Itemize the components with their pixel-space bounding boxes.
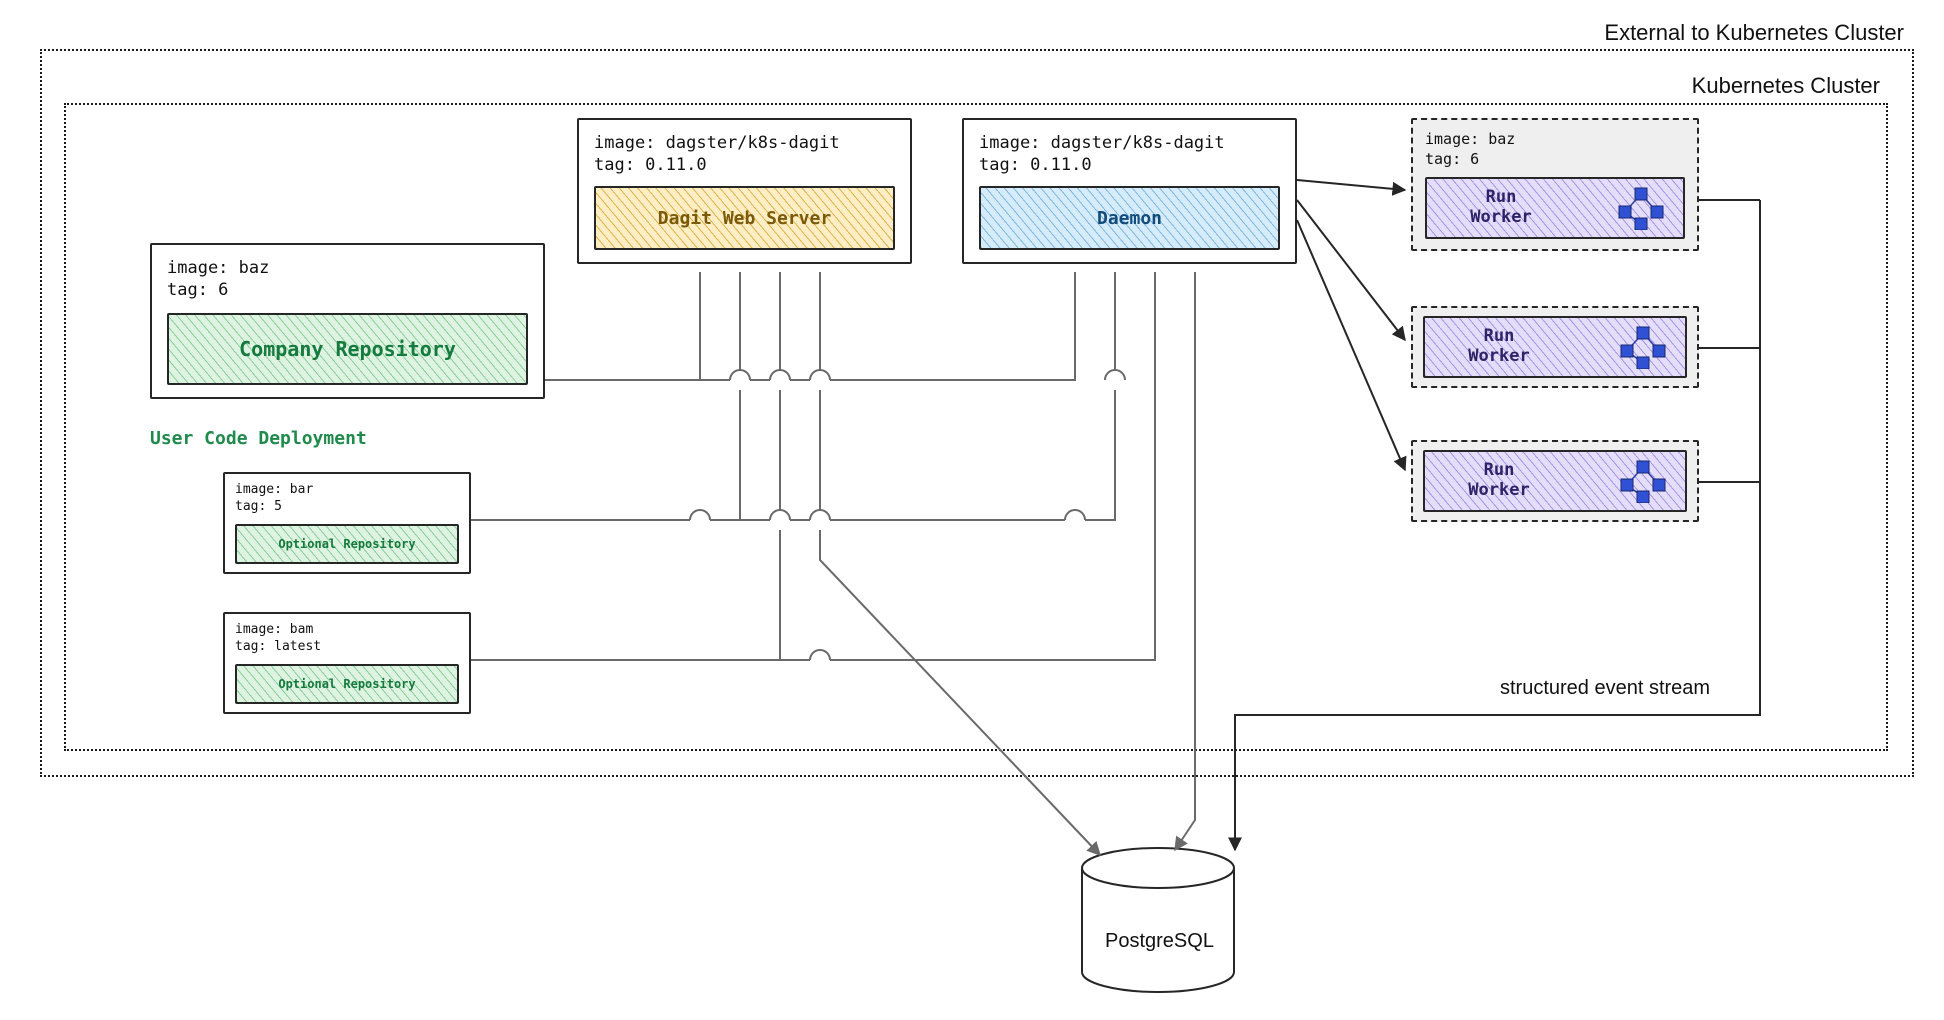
- user-code-deployment-label: User Code Deployment: [150, 428, 367, 449]
- run-worker-2-chip: RunWorker: [1423, 316, 1687, 378]
- optional-repository-1-box: image: bar tag: 5 Optional Repository: [223, 472, 471, 574]
- opt-repo-2-tag: tag: latest: [235, 639, 459, 656]
- postgresql-label: PostgreSQL: [1105, 930, 1214, 953]
- kubernetes-cluster-label: Kubernetes Cluster: [1692, 73, 1880, 99]
- dagit-image: image: dagster/k8s-dagit: [594, 132, 895, 154]
- postgresql-db: [1078, 846, 1238, 1000]
- dag-icon: [1617, 325, 1669, 369]
- opt-repo-1-image: image: bar: [235, 482, 459, 499]
- company-repository-chip: Company Repository: [167, 313, 528, 385]
- run-worker-1-image: image: baz: [1425, 130, 1685, 150]
- daemon-tag: tag: 0.11.0: [979, 154, 1280, 176]
- dagit-chip: Dagit Web Server: [594, 186, 895, 250]
- run-worker-3-label: RunWorker: [1459, 461, 1539, 500]
- run-worker-3-chip: RunWorker: [1423, 450, 1687, 512]
- database-icon: [1078, 846, 1238, 996]
- daemon-chip: Daemon: [979, 186, 1280, 250]
- run-worker-1-tag: tag: 6: [1425, 150, 1685, 170]
- opt-repo-1-tag: tag: 5: [235, 499, 459, 516]
- opt-repo-2-image: image: bam: [235, 622, 459, 639]
- company-repository-box: image: baz tag: 6 Company Repository: [150, 243, 545, 399]
- company-repo-image: image: baz: [167, 257, 528, 279]
- company-repo-tag: tag: 6: [167, 279, 528, 301]
- optional-repository-1-chip: Optional Repository: [235, 524, 459, 564]
- dag-icon: [1615, 186, 1667, 230]
- run-worker-2-box: RunWorker: [1411, 306, 1699, 388]
- run-worker-3-box: RunWorker: [1411, 440, 1699, 522]
- dagit-box: image: dagster/k8s-dagit tag: 0.11.0 Dag…: [577, 118, 912, 264]
- dag-icon: [1617, 459, 1669, 503]
- optional-repository-2-box: image: bam tag: latest Optional Reposito…: [223, 612, 471, 714]
- run-worker-1-box: image: baz tag: 6 RunWorker: [1411, 118, 1699, 251]
- structured-event-stream-label: structured event stream: [1500, 677, 1710, 700]
- run-worker-2-label: RunWorker: [1459, 327, 1539, 366]
- optional-repository-2-chip: Optional Repository: [235, 664, 459, 704]
- daemon-image: image: dagster/k8s-dagit: [979, 132, 1280, 154]
- external-cluster-label: External to Kubernetes Cluster: [1604, 20, 1904, 46]
- run-worker-1-label: RunWorker: [1461, 188, 1541, 227]
- run-worker-1-chip: RunWorker: [1425, 177, 1685, 239]
- daemon-box: image: dagster/k8s-dagit tag: 0.11.0 Dae…: [962, 118, 1297, 264]
- dagit-tag: tag: 0.11.0: [594, 154, 895, 176]
